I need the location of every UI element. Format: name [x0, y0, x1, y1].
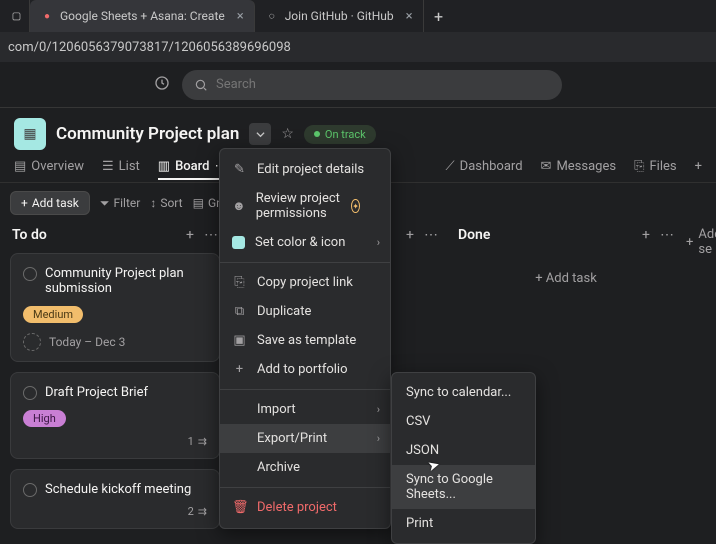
status-pill[interactable]: On track — [304, 125, 376, 144]
menu-add-portfolio[interactable]: +Add to portfolio — [220, 355, 390, 384]
task-card[interactable]: Draft Project Brief High 1 ⇉ — [10, 372, 220, 459]
priority-pill: Medium — [23, 306, 83, 323]
tab-files[interactable]: ⎘Files — [634, 159, 677, 174]
column-more-button[interactable]: ⋯ — [660, 227, 674, 243]
global-search[interactable] — [182, 70, 562, 100]
star-button[interactable]: ☆ — [281, 126, 294, 142]
browser-tab-asana[interactable]: ● Google Sheets + Asana: Create × — [30, 0, 255, 32]
add-card-button[interactable]: + — [642, 227, 650, 243]
add-section-button[interactable]: +Add se — [686, 223, 716, 257]
menu-delete-project[interactable]: 🗑Delete project — [220, 493, 390, 522]
complete-checkbox[interactable] — [23, 267, 37, 281]
browser-tab-strip: ▢ ● Google Sheets + Asana: Create × ◌ Jo… — [0, 0, 716, 32]
url-bar[interactable]: com/0/1206056379073817/1206056389696098 — [0, 32, 716, 62]
group-button[interactable]: ▤Gr — [193, 196, 221, 210]
chevron-right-icon: › — [377, 403, 380, 416]
add-task-placeholder[interactable]: + Add task — [456, 253, 676, 304]
menu-edit-details[interactable]: ✎Edit project details — [220, 155, 390, 184]
complete-checkbox[interactable] — [23, 386, 37, 400]
submenu-sync-sheets[interactable]: Sync to Google Sheets... — [392, 465, 535, 509]
project-menu-button[interactable] — [249, 123, 271, 145]
subtask-count: 2 — [188, 505, 194, 518]
column-more-button[interactable]: ⋯ — [204, 227, 218, 243]
task-card[interactable]: Schedule kickoff meeting 2 ⇉ — [10, 469, 220, 529]
tab-list[interactable]: ☰List — [102, 159, 140, 174]
close-icon[interactable]: × — [237, 9, 244, 24]
export-submenu: Sync to calendar... CSV JSON Sync to Goo… — [391, 372, 536, 544]
search-icon — [194, 78, 208, 92]
tab-messages[interactable]: ✉Messages — [541, 159, 617, 174]
menu-review-permissions[interactable]: ☻Review project permissions✦ — [220, 184, 390, 228]
chevron-right-icon: › — [377, 432, 380, 445]
submenu-print[interactable]: Print — [392, 509, 535, 538]
color-swatch-icon — [232, 236, 245, 249]
history-icon[interactable] — [154, 75, 170, 95]
task-card[interactable]: Community Project plan submission Medium… — [10, 253, 220, 362]
project-title[interactable]: Community Project plan — [56, 124, 239, 144]
menu-separator — [220, 487, 390, 488]
url-text: com/0/1206056379073817/1206056389696098 — [8, 40, 291, 55]
github-icon: ◌ — [265, 9, 279, 23]
browser-tab[interactable]: ▢ — [4, 0, 30, 32]
complete-checkbox[interactable] — [23, 483, 37, 497]
add-card-button[interactable]: + — [406, 227, 414, 243]
submenu-csv[interactable]: CSV — [392, 407, 535, 436]
chevron-right-icon: › — [377, 236, 380, 249]
submenu-sync-calendar[interactable]: Sync to calendar... — [392, 378, 535, 407]
new-tab-button[interactable]: + — [424, 0, 454, 32]
task-title: Community Project plan submission — [45, 266, 207, 296]
column-todo: To do + ⋯ Community Project plan submiss… — [10, 223, 220, 539]
priority-pill: High — [23, 410, 66, 427]
filter-button[interactable]: ⏷Filter — [100, 196, 140, 211]
template-icon: ▣ — [232, 333, 247, 348]
subtask-icon: ⇉ — [198, 505, 207, 518]
menu-archive[interactable]: Archive — [220, 453, 390, 482]
project-icon[interactable]: ▦ — [14, 118, 46, 150]
menu-export-print[interactable]: Export/Print› — [220, 424, 390, 453]
project-header: ▦ Community Project plan ☆ On track — [0, 108, 716, 152]
search-input[interactable] — [216, 77, 550, 92]
menu-duplicate[interactable]: ⧉Duplicate — [220, 297, 390, 326]
asana-icon: ● — [40, 9, 54, 23]
user-icon: ☻ — [232, 198, 246, 214]
column-more-button[interactable]: ⋯ — [424, 227, 438, 243]
column-title[interactable]: Done — [458, 227, 490, 243]
add-task-button[interactable]: + Add task — [10, 191, 90, 215]
chevron-down-icon — [256, 130, 265, 139]
due-date: Today – Dec 3 — [49, 335, 125, 349]
submenu-json[interactable]: JSON — [392, 436, 535, 465]
tab-board[interactable]: ▥Board⋯ — [158, 159, 229, 180]
pencil-icon: ✎ — [232, 162, 247, 177]
duplicate-icon: ⧉ — [232, 304, 247, 319]
tab-dashboard[interactable]: ⟋Dashboard — [446, 159, 523, 174]
app-topbar — [0, 62, 716, 108]
menu-separator — [220, 389, 390, 390]
menu-import[interactable]: Import› — [220, 395, 390, 424]
status-label: On track — [325, 128, 366, 141]
browser-tab-github[interactable]: ◌ Join GitHub · GitHub × — [255, 0, 424, 32]
menu-copy-link[interactable]: ⎘Copy project link — [220, 268, 390, 297]
tab-title: Google Sheets + Asana: Create — [60, 9, 225, 23]
task-title: Draft Project Brief — [45, 385, 148, 400]
tab-overview[interactable]: ▤Overview — [14, 159, 84, 174]
assignee-placeholder-icon[interactable] — [23, 333, 41, 351]
close-icon[interactable]: × — [406, 9, 413, 24]
lightbulb-icon: ✦ — [351, 199, 360, 213]
menu-set-color[interactable]: Set color & icon› — [220, 228, 390, 257]
tab-title: Join GitHub · GitHub — [285, 9, 394, 23]
plus-icon: + — [232, 362, 247, 377]
tab-favicon: ▢ — [12, 9, 21, 23]
task-title: Schedule kickoff meeting — [45, 482, 191, 497]
project-context-menu: ✎Edit project details ☻Review project pe… — [219, 148, 391, 529]
menu-separator — [220, 262, 390, 263]
add-card-button[interactable]: + — [186, 227, 194, 243]
column-title[interactable]: To do — [12, 227, 47, 243]
subtask-icon: ⇉ — [198, 435, 207, 448]
add-tab-button[interactable]: + — [695, 159, 702, 174]
link-icon: ⎘ — [232, 275, 247, 290]
sort-button[interactable]: ↕Sort — [150, 196, 182, 210]
trash-icon: 🗑 — [232, 500, 247, 515]
menu-save-template[interactable]: ▣Save as template — [220, 326, 390, 355]
subtask-count: 1 — [188, 435, 194, 448]
